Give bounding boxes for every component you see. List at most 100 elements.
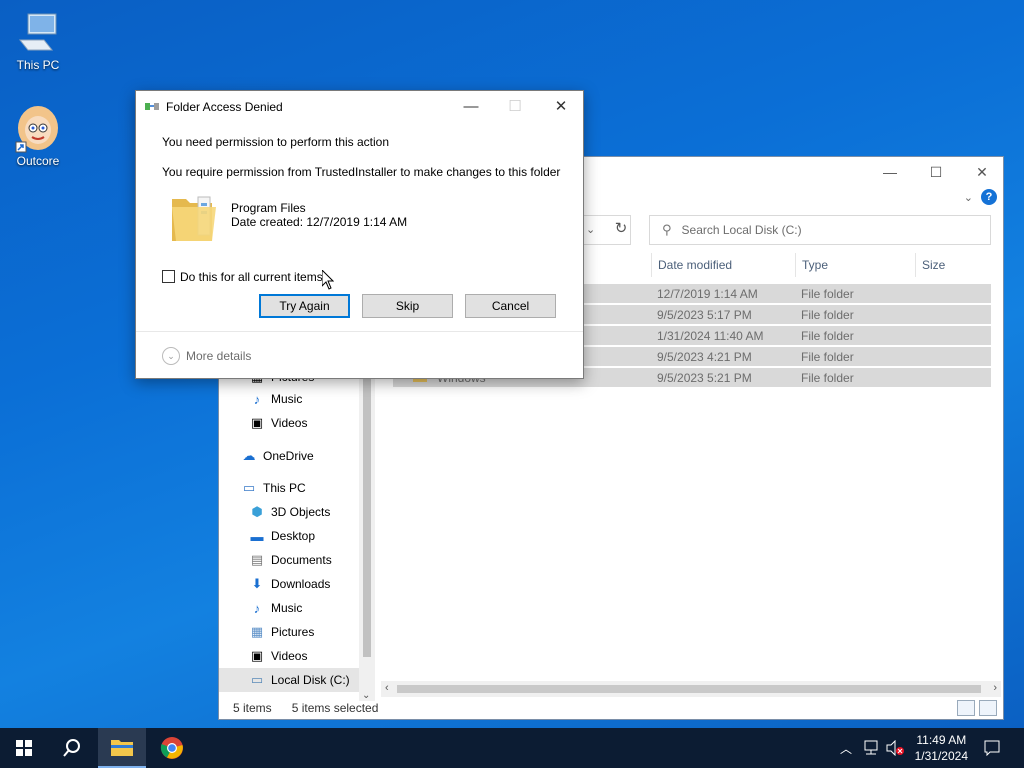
nav-label: This PC (263, 481, 306, 495)
nav-item-downloads[interactable]: ⬇ Downloads (219, 572, 359, 596)
skip-button[interactable]: Skip (362, 294, 453, 318)
date-cell: 9/5/2023 5:17 PM (657, 308, 752, 322)
taskbar-chrome[interactable] (148, 728, 196, 768)
selected-count: 5 items selected (291, 701, 379, 715)
column-header-type[interactable]: Type (795, 253, 915, 277)
dialog-minimize-button[interactable]: — (448, 91, 494, 121)
notification-icon (984, 740, 1000, 756)
nav-item-music[interactable]: ♪ Music (219, 387, 359, 411)
pictures-icon: ▦ (250, 624, 264, 639)
details-view-icon[interactable] (957, 700, 975, 716)
file-explorer-icon (111, 740, 133, 756)
desktop-icon: ▬ (250, 528, 264, 544)
column-header-size[interactable]: Size (915, 253, 995, 277)
action-center-button[interactable] (976, 728, 1008, 768)
network-icon[interactable] (860, 728, 882, 768)
scroll-left-icon[interactable]: ‹ (385, 682, 389, 694)
search-icon (63, 739, 80, 757)
help-icon[interactable]: ? (981, 189, 997, 205)
apply-to-all-checkbox[interactable] (162, 270, 175, 283)
dialog-divider (136, 331, 583, 332)
refresh-icon[interactable]: ↻ (611, 219, 631, 241)
clock-time: 11:49 AM (916, 733, 967, 747)
taskbar-clock[interactable]: 11:49 AM 1/31/2024 (915, 732, 968, 764)
start-button[interactable] (0, 728, 48, 768)
music-icon: ♪ (253, 391, 261, 407)
nav-label: 3D Objects (271, 505, 331, 519)
close-button[interactable]: ✕ (959, 157, 1005, 187)
nav-item-documents[interactable]: ▤ Documents (219, 548, 359, 572)
nav-label: Pictures (271, 625, 315, 639)
mouse-cursor-icon (321, 268, 335, 293)
3d-objects-icon: ⬢ (251, 504, 263, 519)
desktop-icon-label: Outcore (16, 154, 60, 168)
folder-access-denied-dialog: Folder Access Denied — ☐ ✕ You need perm… (135, 90, 584, 379)
chevron-down-icon: ⌄ (162, 347, 180, 365)
cancel-button[interactable]: Cancel (465, 294, 556, 318)
dialog-message: You require permission from TrustedInsta… (162, 165, 561, 179)
clock-date: 1/31/2024 (914, 749, 968, 763)
taskbar-file-explorer[interactable] (98, 728, 146, 768)
search-input[interactable]: Search Local Disk (C:) (682, 223, 802, 237)
nav-label: Local Disk (C:) (271, 673, 350, 687)
desktop-icon-label: This PC (16, 58, 60, 72)
search-button[interactable] (48, 728, 96, 768)
nav-item-onedrive[interactable]: ☁ OneDrive (219, 444, 359, 468)
desktop-icon-outcore[interactable]: Outcore (0, 104, 76, 168)
folder-icon (170, 189, 218, 245)
type-cell: File folder (801, 371, 854, 385)
date-cell: 1/31/2024 11:40 AM (657, 329, 764, 343)
minimize-button[interactable]: — (867, 157, 913, 187)
nav-item-pictures[interactable]: ▦ Pictures (219, 620, 359, 644)
address-dropdown-icon[interactable]: ⌄ (586, 223, 595, 236)
search-box[interactable]: ⚲ Search Local Disk (C:) (649, 215, 991, 245)
nav-item-this-pc[interactable]: ▭ This PC (219, 476, 359, 500)
nav-label: Downloads (271, 577, 331, 591)
horizontal-scrollbar[interactable]: ‹ › (381, 681, 1001, 697)
dialog-maximize-button: ☐ (508, 98, 522, 115)
date-cell: 12/7/2019 1:14 AM (657, 287, 758, 301)
nav-label: OneDrive (263, 449, 314, 463)
documents-icon: ▤ (250, 552, 264, 567)
large-icons-view-icon[interactable] (979, 700, 997, 716)
nav-item-local-disk[interactable]: ▭ Local Disk (C:) (219, 668, 359, 692)
folder-date-created: Date created: 12/7/2019 1:14 AM (231, 215, 408, 229)
videos-icon: ▣ (250, 648, 264, 663)
outcore-app-icon (14, 104, 62, 153)
taskbar: ︿ 11:49 AM 1/31/2024 (0, 728, 1024, 768)
nav-label: Videos (271, 649, 308, 663)
folder-name: Program Files (231, 201, 306, 215)
scrollbar-thumb[interactable] (397, 685, 981, 693)
drive-icon: ▭ (250, 672, 264, 687)
scroll-right-icon[interactable]: › (993, 682, 997, 694)
nav-item-music[interactable]: ♪ Music (219, 596, 359, 620)
nav-label: Videos (271, 416, 308, 430)
nav-label: Music (271, 392, 303, 406)
nav-item-desktop[interactable]: ▬ Desktop (219, 524, 359, 548)
nav-item-videos[interactable]: ▣ Videos (219, 644, 359, 668)
computer-icon (14, 8, 62, 56)
column-header-date-modified[interactable]: Date modified (651, 253, 795, 277)
type-cell: File folder (801, 350, 854, 364)
volume-muted-icon[interactable] (884, 728, 906, 768)
more-details-toggle[interactable]: ⌄ More details (162, 347, 251, 365)
computer-icon: ▭ (242, 480, 256, 495)
show-hidden-icons-icon[interactable]: ︿ (836, 728, 856, 768)
nav-label: Documents (271, 553, 332, 567)
type-cell: File folder (801, 308, 854, 322)
apply-to-all-label[interactable]: Do this for all current items (180, 270, 323, 284)
ribbon-expand-icon[interactable]: ⌄ (964, 191, 973, 204)
try-again-button[interactable]: Try Again (259, 294, 350, 318)
dialog-close-button[interactable]: ✕ (538, 91, 584, 121)
onedrive-icon: ☁ (242, 448, 256, 463)
desktop-icon-this-pc[interactable]: This PC (0, 8, 76, 72)
nav-label: Music (271, 601, 303, 615)
dialog-title: Folder Access Denied (166, 100, 283, 114)
nav-label: Desktop (271, 529, 316, 543)
more-details-label: More details (186, 349, 252, 363)
status-bar: 5 items 5 items selected (219, 697, 1003, 719)
maximize-button[interactable]: ☐ (913, 157, 959, 187)
nav-item-3d-objects[interactable]: ⬢ 3D Objects (219, 500, 359, 524)
nav-item-videos[interactable]: ▣ Videos (219, 411, 359, 435)
downloads-icon: ⬇ (251, 576, 263, 591)
